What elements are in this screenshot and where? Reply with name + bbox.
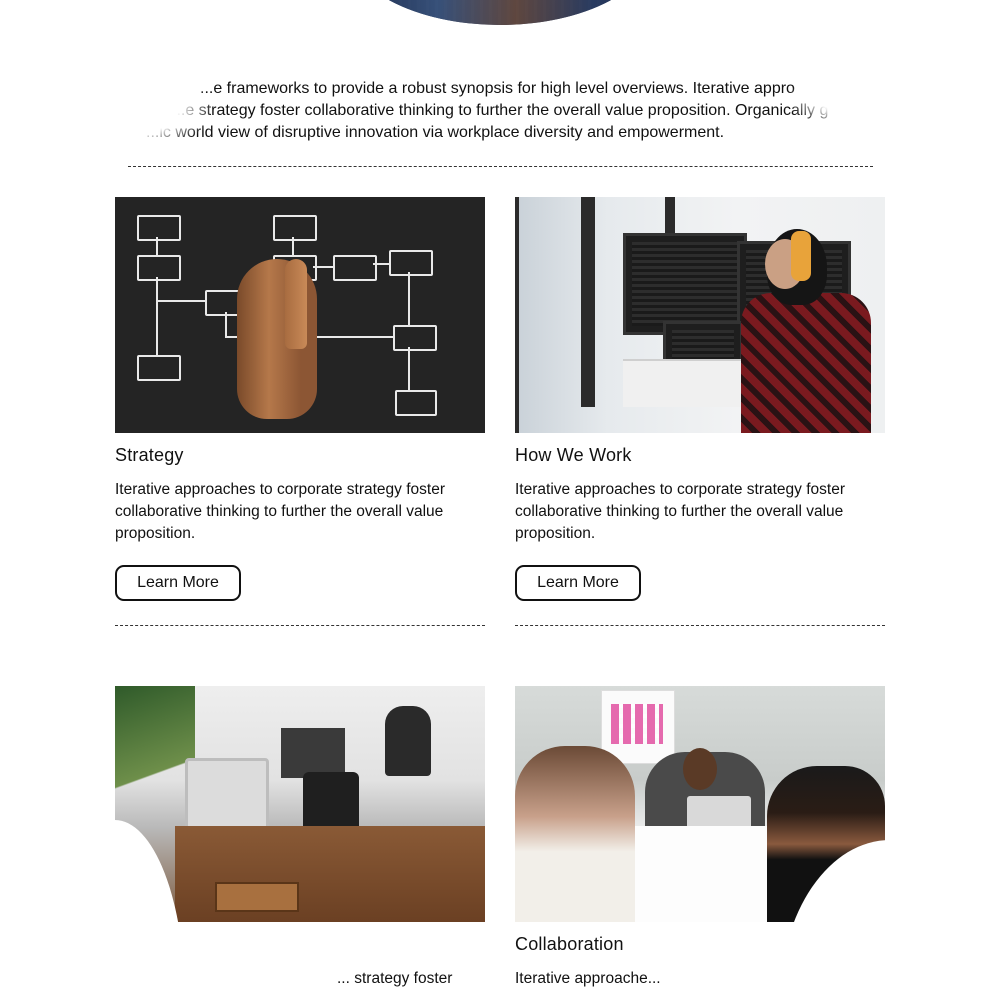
card-description: Iterative approache... bbox=[515, 970, 661, 987]
card-title: Collaboration bbox=[515, 934, 624, 954]
card-description: ... strategy foster bbox=[337, 970, 453, 987]
right-fade-mask bbox=[790, 70, 880, 130]
pointing-finger-shape bbox=[285, 259, 307, 349]
card-strategy: Strategy Iterative approaches to corpora… bbox=[115, 197, 485, 626]
card-office: ... strategy foster bbox=[115, 686, 485, 987]
vignette-mask bbox=[660, 960, 840, 1000]
learn-more-button[interactable]: Learn More bbox=[115, 565, 241, 601]
intro-line-1: ...e frameworks to provide a robust syno… bbox=[200, 80, 795, 97]
card-divider bbox=[115, 625, 485, 626]
developer-workstation-image bbox=[515, 197, 885, 433]
card-title: How We Work bbox=[515, 445, 632, 465]
card-how-we-work: How We Work Iterative approaches to corp… bbox=[515, 197, 885, 626]
card-divider bbox=[515, 625, 885, 626]
coworking-office-image bbox=[115, 686, 485, 922]
learn-more-button[interactable]: Learn More bbox=[515, 565, 641, 601]
card-title: Strategy bbox=[115, 445, 184, 465]
hero-image bbox=[345, 0, 655, 25]
intro-line-2: ...e strategy foster collaborative think… bbox=[172, 102, 829, 119]
card-description: Iterative approaches to corporate strate… bbox=[115, 481, 445, 542]
intro-line-3: ...ic world view of disruptive innovatio… bbox=[146, 124, 725, 141]
left-fade-mask bbox=[120, 70, 210, 150]
vignette-mask bbox=[130, 920, 330, 1000]
intro-text: ...e frameworks to provide a robust syno… bbox=[130, 78, 870, 144]
section-divider bbox=[128, 166, 873, 167]
card-description: Iterative approaches to corporate strate… bbox=[515, 481, 845, 542]
flowchart-chalkboard-image bbox=[115, 197, 485, 433]
